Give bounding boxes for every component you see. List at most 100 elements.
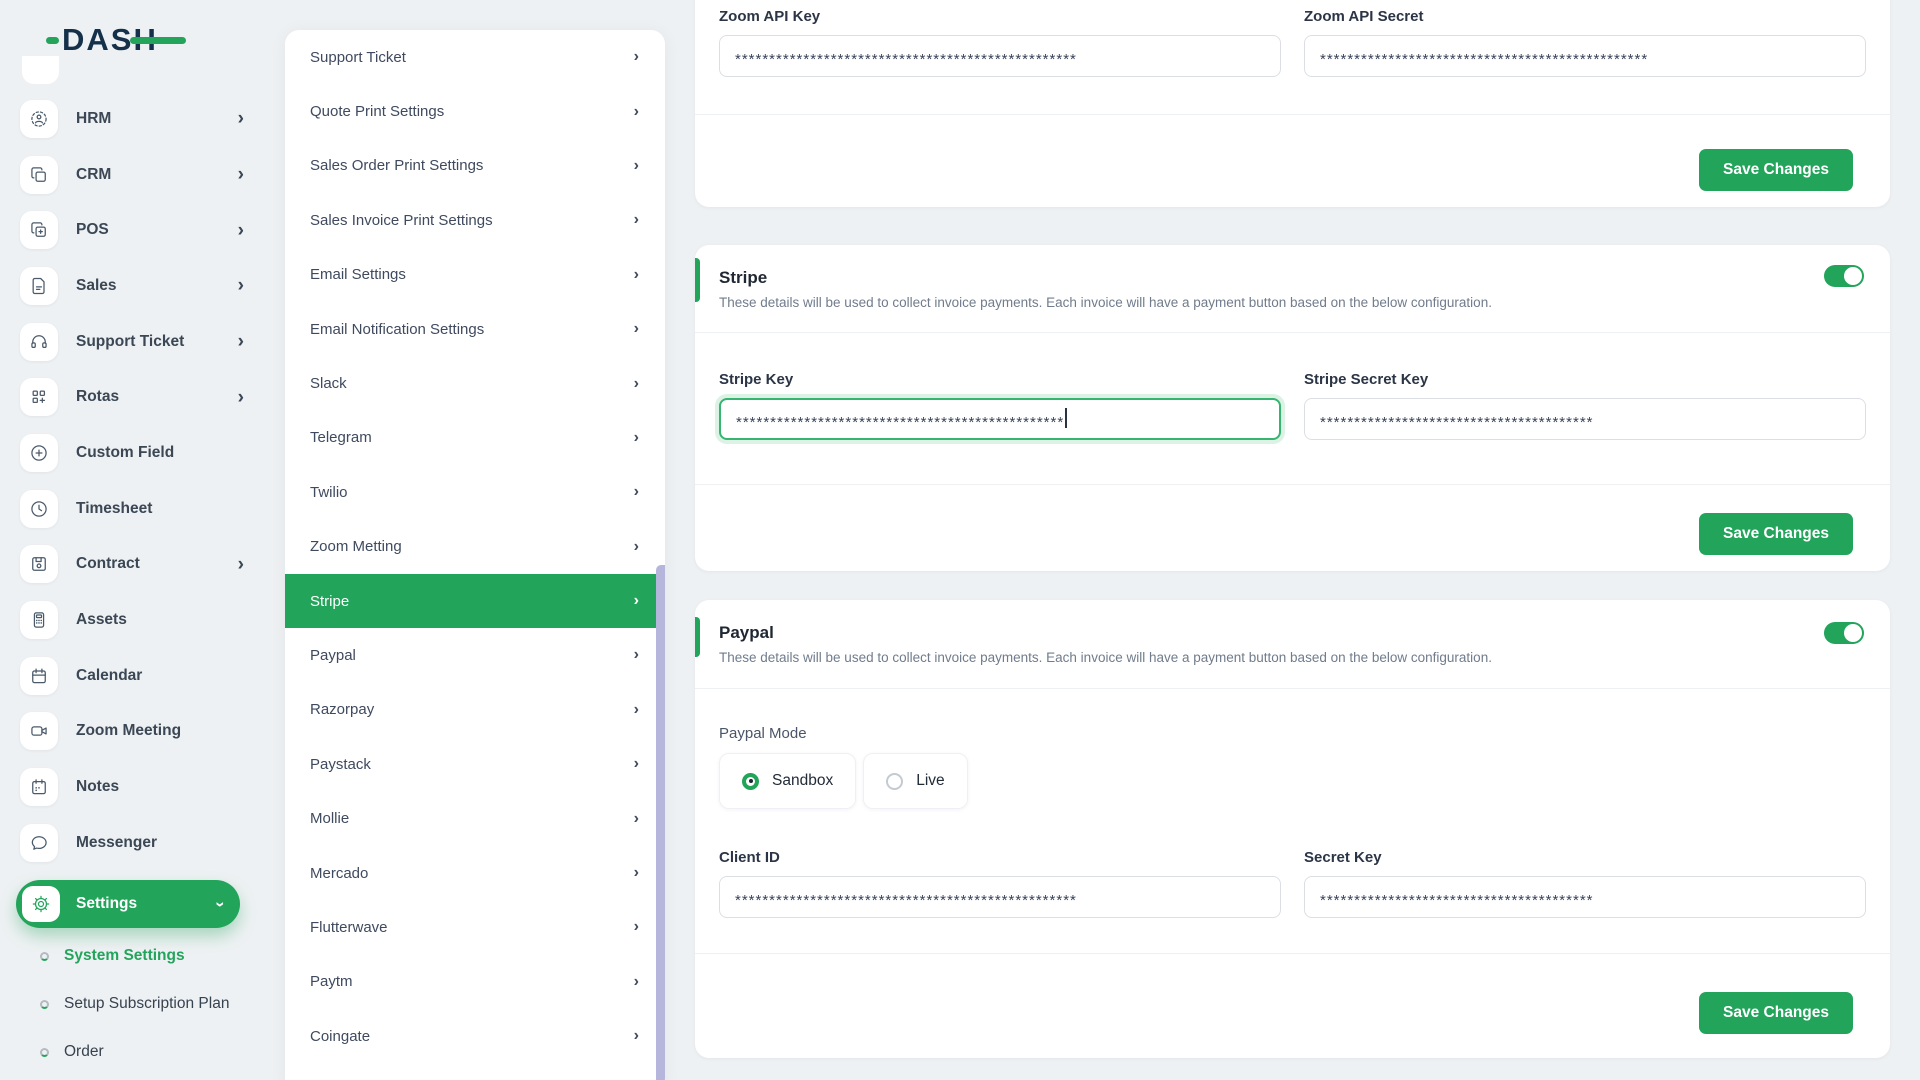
stripe-secret-key-label: Stripe Secret Key [1304,371,1429,388]
sidebar-item-notes[interactable]: Notes › [0,759,262,815]
paypal-mode-live-option[interactable]: Live [863,753,968,809]
menu-item-label: Stripe [310,592,350,610]
sidebar-item-zoom-meeting[interactable]: Zoom Meeting › [0,704,262,760]
radio-unchecked-icon[interactable] [886,772,904,790]
chevron-right-icon: › [237,108,244,130]
main-content: Zoom API Key ***************************… [695,0,1890,1080]
settings-menu-item-paypal[interactable]: Paypal › [285,628,665,682]
chevron-right-icon: › [633,483,639,501]
settings-menu-item-email-notification-settings[interactable]: Email Notification Settings › [285,302,665,356]
card-title: Paypal [719,623,774,642]
settings-menu-item-slack[interactable]: Slack › [285,356,665,410]
sidebar-item-settings[interactable]: Settings › [16,880,240,928]
menu-item-label: Quote Print Settings [310,103,445,121]
settings-menu-list: Support Ticket › Quote Print Settings › … [285,30,665,1080]
stripe-enabled-toggle[interactable] [1824,265,1864,287]
chevron-right-icon: › [237,386,244,408]
save-changes-button[interactable]: Save Changes [1699,513,1853,555]
sidebar-item-label: Rotas [76,388,120,406]
sidebar-item-label: Sales [76,276,117,294]
settings-menu-item-sales-invoice-print-settings[interactable]: Sales Invoice Print Settings › [285,193,665,247]
sidebar-item-rotas[interactable]: Rotas › [0,369,262,425]
sidebar-nav-list: HRM › CRM › POS › Sales › Support Ticket… [0,91,262,871]
chevron-right-icon: › [633,265,639,283]
sidebar-item-calendar[interactable]: Calendar › [0,648,262,704]
sidebar-item-contract[interactable]: Contract › [0,537,262,593]
chevron-down-icon: › [211,901,231,907]
menu-item-label: Telegram [310,429,372,447]
menu-item-label: Support Ticket [310,48,406,66]
zoom-api-key-label: Zoom API Key [719,8,821,25]
chat-icon [20,823,58,862]
menu-item-label: Zoom Metting [310,538,402,556]
zoom-api-secret-input[interactable]: ****************************************… [1304,35,1866,77]
menu-item-label: Slack [310,375,347,393]
panel-scrollbar[interactable] [656,565,665,1080]
settings-menu-item-razorpay[interactable]: Razorpay › [285,683,665,737]
settings-menu-item-paytm[interactable]: Paytm › [285,955,665,1009]
video-icon [20,712,58,751]
sidebar-item-label: Zoom Meeting [76,722,182,740]
settings-menu-item-support-ticket[interactable]: Support Ticket › [285,30,665,84]
sidebar: DASH HRM › CRM › POS › Sales › Support T… [0,0,262,1080]
scrolled-item-fragment [22,56,59,84]
sidebar-item-hrm[interactable]: HRM › [0,91,262,147]
zoom-api-key-input[interactable]: ****************************************… [719,35,1281,77]
sidebar-item-crm[interactable]: CRM › [0,147,262,203]
save-changes-button[interactable]: Save Changes [1699,149,1853,191]
stripe-key-input[interactable]: ****************************************… [719,398,1281,440]
paypal-enabled-toggle[interactable] [1824,622,1864,644]
settings-menu-item-flutterwave[interactable]: Flutterwave › [285,900,665,954]
chevron-right-icon: › [633,211,639,229]
settings-menu-item-zoom-metting[interactable]: Zoom Metting › [285,520,665,574]
chevron-right-icon: › [237,275,244,297]
submenu-item-label: Setup Subscription Plan [64,995,230,1012]
settings-menu-item-twilio[interactable]: Twilio › [285,465,665,519]
sidebar-item-pos[interactable]: POS › [0,202,262,258]
sidebar-item-custom-field[interactable]: Custom Field › [0,425,262,481]
settings-menu-item-mercado[interactable]: Mercado › [285,846,665,900]
submenu-item-setup-subscription-plan[interactable]: Setup Subscription Plan [0,980,262,1028]
sidebar-item-label: Custom Field [76,443,175,461]
settings-menu-item-mollie[interactable]: Mollie › [285,791,665,845]
menu-item-label: Email Notification Settings [310,320,485,338]
sidebar-item-messenger[interactable]: Messenger › [0,815,262,871]
masked-value: ****************************************… [735,50,1077,68]
headset-icon [20,322,58,361]
radio-checked-icon[interactable] [742,772,759,790]
paypal-mode-sandbox-option[interactable]: Sandbox [719,753,857,809]
sidebar-item-sales[interactable]: Sales › [0,258,262,314]
mode-option-label: Sandbox [772,772,834,789]
zoom-settings-card: Zoom API Key ***************************… [695,0,1890,207]
text-cursor [1065,408,1067,428]
stripe-secret-key-input[interactable]: **************************************** [1304,398,1866,440]
settings-menu-item-sales-order-print-settings[interactable]: Sales Order Print Settings › [285,139,665,193]
sidebar-item-label: Contract [76,555,140,573]
settings-menu-item-stripe[interactable]: Stripe › [285,573,665,629]
chevron-right-icon: › [633,428,639,446]
sidebar-item-label: Calendar [76,666,143,684]
submenu-item-order[interactable]: Order [0,1028,262,1076]
sidebar-item-label: Messenger [76,833,157,851]
zoom-api-secret-label: Zoom API Secret [1304,8,1424,25]
settings-menu-item-coingate[interactable]: Coingate › [285,1009,665,1063]
sidebar-item-label: Timesheet [76,499,153,517]
sidebar-item-label: POS [76,221,109,239]
settings-menu-item-telegram[interactable]: Telegram › [285,411,665,465]
settings-menu-item-quote-print-settings[interactable]: Quote Print Settings › [285,84,665,138]
settings-menu-item-paystack[interactable]: Paystack › [285,737,665,791]
settings-menu-item-skrill[interactable]: Skrill › [285,1063,665,1080]
chevron-right-icon: › [237,219,244,241]
menu-item-label: Mercado [310,864,369,882]
sidebar-item-support-ticket[interactable]: Support Ticket › [0,314,262,370]
secret-key-input[interactable]: **************************************** [1304,876,1866,918]
sidebar-item-assets[interactable]: Assets › [0,592,262,648]
settings-menu-item-email-settings[interactable]: Email Settings › [285,248,665,302]
chevron-right-icon: › [237,553,244,575]
save-changes-button[interactable]: Save Changes [1699,992,1853,1034]
menu-item-label: Razorpay [310,701,375,719]
client-id-input[interactable]: ****************************************… [719,876,1281,918]
submenu-item-system-settings[interactable]: System Settings [0,932,262,980]
sidebar-item-timesheet[interactable]: Timesheet › [0,481,262,537]
menu-item-label: Sales Order Print Settings [310,157,484,175]
